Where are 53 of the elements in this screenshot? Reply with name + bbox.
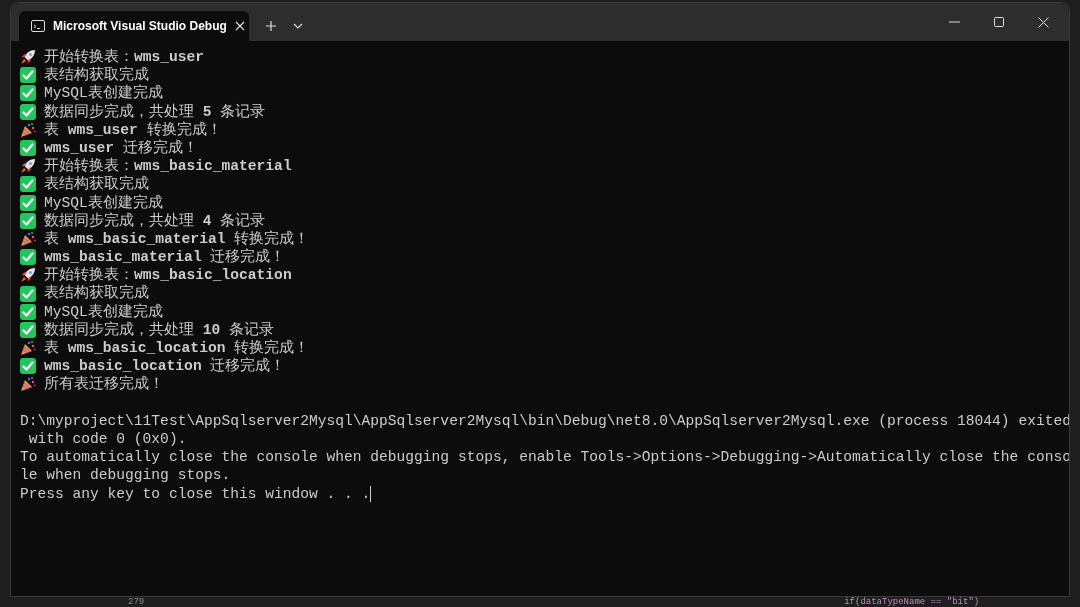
maximize-icon[interactable]	[994, 17, 1004, 27]
tab-title: Microsoft Visual Studio Debug	[53, 18, 227, 35]
console-line: 开始转换表：wms_basic_location	[44, 266, 292, 284]
party-popper-icon	[20, 340, 36, 357]
console-line: MySQL表创建完成	[44, 193, 163, 212]
console-line: 表结构获取完成	[44, 66, 149, 84]
console-line: 数据同步完成，共处理 5 条记录	[44, 102, 266, 121]
console-line: 开始转换表：wms_user	[44, 48, 205, 66]
close-icon[interactable]	[1038, 16, 1049, 28]
close-icon[interactable]	[234, 21, 245, 31]
rocket-icon	[20, 158, 36, 175]
rocket-icon	[20, 49, 36, 66]
console-line: 表 wms_basic_material 转换完成！	[44, 229, 310, 248]
console-line: with code 0 (0x0).	[27, 429, 187, 449]
check-icon	[20, 249, 36, 266]
console-line: 数据同步完成，共处理 4 条记录	[44, 211, 266, 230]
code-line: if(dataTypeName == "bit")	[844, 597, 980, 607]
check-icon	[20, 303, 36, 320]
party-popper-icon	[20, 376, 36, 393]
console-line: MySQL表创建完成	[44, 84, 163, 103]
terminal-icon	[31, 20, 45, 32]
terminal-tab[interactable]: Microsoft Visual Studio Debug	[19, 11, 249, 41]
check-icon	[20, 67, 36, 84]
check-icon	[20, 358, 36, 375]
check-icon	[20, 103, 36, 120]
console-line: Press any key to close this window . . .	[20, 484, 371, 503]
check-icon	[20, 194, 36, 211]
console-line: wms_user 迁移完成！	[44, 138, 198, 157]
check-icon	[20, 212, 36, 229]
console-line: MySQL表创建完成	[44, 302, 163, 321]
console-line: wms_basic_material 迁移完成！	[44, 248, 286, 266]
line-number: 279	[128, 597, 145, 607]
check-icon	[20, 140, 36, 157]
plus-icon[interactable]	[265, 20, 277, 32]
console-line: 数据同步完成，共处理 10 条记录	[44, 320, 275, 339]
console-line: 表 wms_basic_location 转换完成！	[44, 339, 310, 357]
rocket-icon	[20, 267, 36, 284]
check-icon	[20, 85, 36, 102]
console-line: 表结构获取完成	[44, 175, 149, 194]
text-cursor	[370, 485, 372, 502]
console-line: 表 wms_user 转换完成！	[44, 120, 222, 139]
check-icon	[20, 321, 36, 338]
chevron-down-icon[interactable]	[293, 23, 303, 29]
check-icon	[20, 285, 36, 302]
party-popper-icon	[20, 230, 36, 247]
console-line: 表结构获取完成	[44, 284, 149, 303]
console-line: D:\myproject\11Test\AppSqlserver2Mysql\AppSqlserver2Mysql\bin\Debug\net8.0\AppSqlserver2Mysql.exe (process 18044) exited	[20, 411, 1069, 430]
console-line: 所有表迁移完成！	[44, 375, 164, 394]
party-popper-icon	[20, 121, 36, 138]
console-line: 开始转换表：wms_basic_material	[44, 157, 292, 175]
console-line: wms_basic_location 迁移完成！	[44, 357, 286, 375]
check-icon	[20, 176, 36, 193]
console-line: le when debugging stops.	[20, 466, 231, 485]
